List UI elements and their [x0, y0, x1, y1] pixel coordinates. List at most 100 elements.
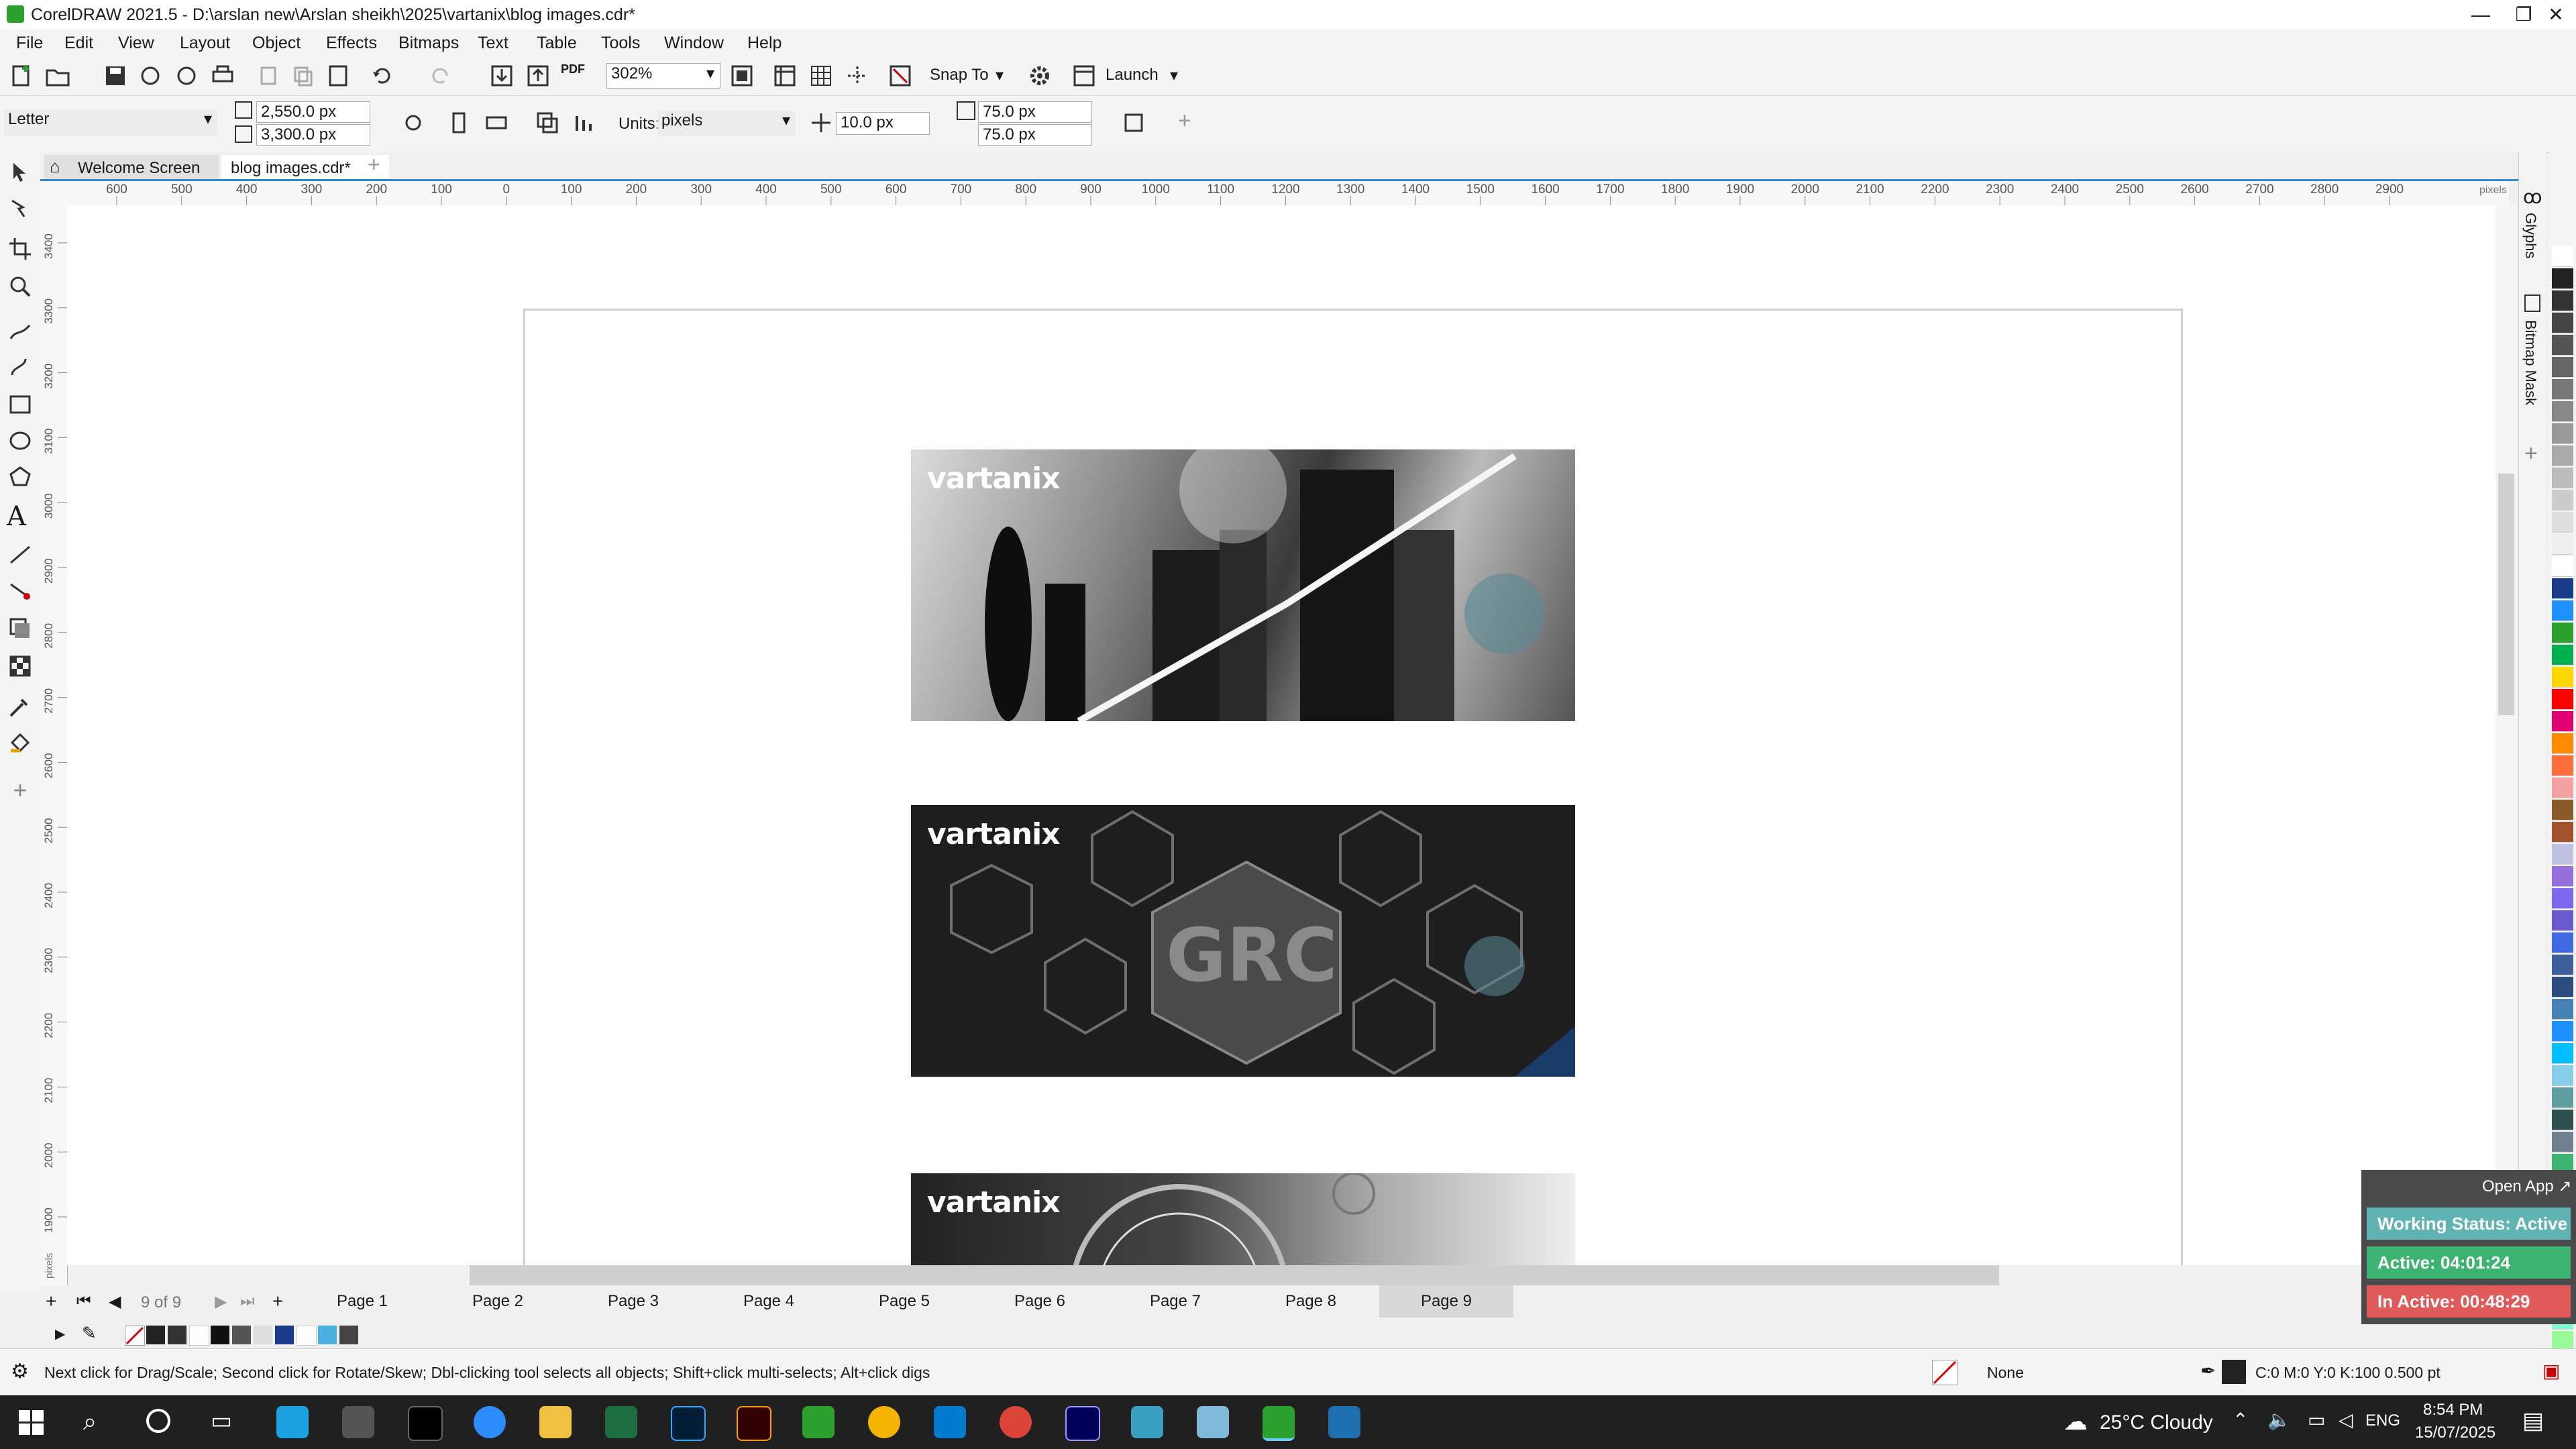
outline-color-swatch[interactable] [2222, 1360, 2246, 1384]
artistic-media-icon[interactable] [7, 355, 34, 382]
palette-swatch[interactable] [2552, 711, 2573, 732]
pen-app-icon[interactable] [342, 1406, 374, 1438]
bitmap-mask-icon[interactable] [2524, 294, 2540, 312]
zoom-to-page-icon[interactable] [729, 62, 755, 89]
palette-swatch[interactable] [2552, 932, 2573, 953]
swatch-blue[interactable] [275, 1326, 294, 1344]
landscape-icon[interactable] [483, 109, 510, 136]
undo-icon[interactable] [369, 62, 396, 89]
menu-layout[interactable]: Layout [180, 34, 230, 53]
coreldraw-taskbar-icon[interactable] [802, 1406, 835, 1438]
ellipse-tool-icon[interactable] [7, 427, 34, 454]
palette-swatch[interactable] [2552, 1065, 2573, 1086]
palette-swatch[interactable] [2552, 844, 2573, 865]
terminal-icon[interactable] [408, 1406, 443, 1441]
palette-swatch[interactable] [2552, 689, 2573, 710]
cloud-upload-icon[interactable] [137, 62, 164, 89]
palette-swatch[interactable] [2552, 1110, 2573, 1130]
zoom-app-icon[interactable] [474, 1406, 506, 1438]
previous-page-icon[interactable]: ◀ [109, 1292, 121, 1311]
palette-swatch[interactable] [2552, 667, 2573, 688]
palette-swatch[interactable] [2552, 578, 2573, 599]
palette-swatch[interactable] [2552, 1021, 2573, 1042]
swatch-white-2[interactable] [297, 1326, 317, 1346]
chrome-icon[interactable] [868, 1406, 900, 1438]
palette-swatch[interactable] [2552, 888, 2573, 909]
task-view-icon[interactable]: ▭ [211, 1407, 232, 1434]
palette-swatch[interactable] [2552, 290, 2573, 311]
next-page-icon[interactable]: ▶ [215, 1292, 227, 1311]
coreldraw-active-icon[interactable] [1263, 1406, 1295, 1441]
file-explorer-icon[interactable] [539, 1406, 572, 1438]
zoom-level-field[interactable]: 302% ▾ [606, 63, 720, 89]
palette-swatch[interactable] [2552, 313, 2573, 333]
language-indicator[interactable]: ENG [2365, 1411, 2400, 1430]
palette-swatch[interactable] [2552, 490, 2573, 511]
export-icon[interactable] [525, 62, 551, 89]
palette-swatch[interactable] [2552, 733, 2573, 754]
palette-swatch[interactable] [2552, 1043, 2573, 1064]
open-folder-icon[interactable] [44, 62, 71, 89]
page-tab-3[interactable]: Page 3 [566, 1285, 700, 1318]
guidelines-toggle-icon[interactable] [844, 62, 871, 89]
page-tab-9[interactable]: Page 9 [1379, 1285, 1513, 1318]
nudge-distance-field[interactable]: 10.0 px [836, 112, 930, 135]
docker-tab-glyphs[interactable]: Glyphs [2522, 213, 2539, 258]
add-page-icon[interactable]: + [46, 1291, 56, 1312]
swatch-gray[interactable] [232, 1326, 251, 1344]
search-icon[interactable]: ⌕ [83, 1407, 97, 1436]
chevron-up-icon[interactable]: ⌃ [2233, 1409, 2248, 1431]
swatch-sky[interactable] [318, 1326, 337, 1344]
palette-swatch[interactable] [2552, 623, 2573, 643]
swatch-light-gray[interactable] [254, 1326, 272, 1344]
menu-effects[interactable]: Effects [326, 34, 377, 53]
page-tab-5[interactable]: Page 5 [837, 1285, 971, 1318]
palette-swatch[interactable] [2552, 401, 2573, 422]
pick-tool-icon[interactable] [7, 159, 34, 186]
redo-icon[interactable] [427, 62, 453, 89]
page-tab-6[interactable]: Page 6 [973, 1285, 1107, 1318]
swatch-dark[interactable] [211, 1326, 229, 1344]
palette-swatch[interactable] [2552, 910, 2573, 931]
menu-table[interactable]: Table [537, 34, 577, 53]
rectangle-tool-icon[interactable] [7, 391, 34, 418]
menu-help[interactable]: Help [747, 34, 782, 53]
page-tab-1[interactable]: Page 1 [295, 1285, 429, 1318]
clock-date[interactable]: 15/07/2025 [2415, 1424, 2496, 1442]
palette-swatch[interactable] [2552, 357, 2573, 378]
palette-swatch[interactable] [2552, 645, 2573, 665]
palette-swatch[interactable] [2552, 955, 2573, 975]
duplicate-x-field[interactable]: 75.0 px [978, 101, 1092, 123]
ruler-origin-icon[interactable] [40, 181, 67, 205]
print-icon[interactable] [209, 62, 236, 89]
no-color-swatch[interactable] [125, 1326, 145, 1346]
weather-cloud-icon[interactable]: ☁ [2063, 1407, 2088, 1436]
excel-icon[interactable] [605, 1406, 637, 1438]
launch-dropdown[interactable]: Launch [1106, 66, 1159, 85]
first-page-icon[interactable]: ⏮ [76, 1292, 91, 1311]
horizontal-ruler[interactable]: 600 500 400 300 200 100 0 100 200 300 400 500 600 700… [67, 181, 2509, 206]
blog-image-grc[interactable]: GRC vartanix [911, 805, 1575, 1077]
cut-icon[interactable] [255, 62, 282, 89]
palette-swatch[interactable] [2552, 556, 2573, 577]
illustrator-icon[interactable] [737, 1406, 771, 1441]
units-dropdown[interactable]: pixels ▾ [657, 111, 796, 136]
swatch-black[interactable] [146, 1326, 165, 1344]
palette-swatch[interactable] [2552, 423, 2573, 444]
transparency-tool-icon[interactable] [7, 653, 34, 680]
cloud-share-icon[interactable] [173, 62, 200, 89]
outline-pen-icon[interactable]: ✒ [2200, 1360, 2216, 1382]
gear-icon[interactable] [1026, 62, 1053, 89]
last-page-icon[interactable]: ⏭ [240, 1292, 255, 1311]
add-tool-icon[interactable]: + [7, 776, 34, 804]
palette-swatch[interactable] [2552, 512, 2573, 533]
swatch-slate[interactable] [339, 1326, 358, 1344]
drawing-canvas[interactable]: vartanix GRC vartanix vartanix [67, 205, 2496, 1265]
current-page-layout-icon[interactable] [572, 109, 598, 136]
palette-swatch[interactable] [2552, 977, 2573, 998]
palette-swatch[interactable] [2552, 600, 2573, 621]
open-app-link[interactable]: Open App ↗ [2482, 1177, 2572, 1196]
palette-swatch[interactable] [2552, 335, 2573, 356]
all-pages-icon[interactable] [400, 109, 427, 136]
freehand-tool-icon[interactable] [7, 319, 34, 345]
